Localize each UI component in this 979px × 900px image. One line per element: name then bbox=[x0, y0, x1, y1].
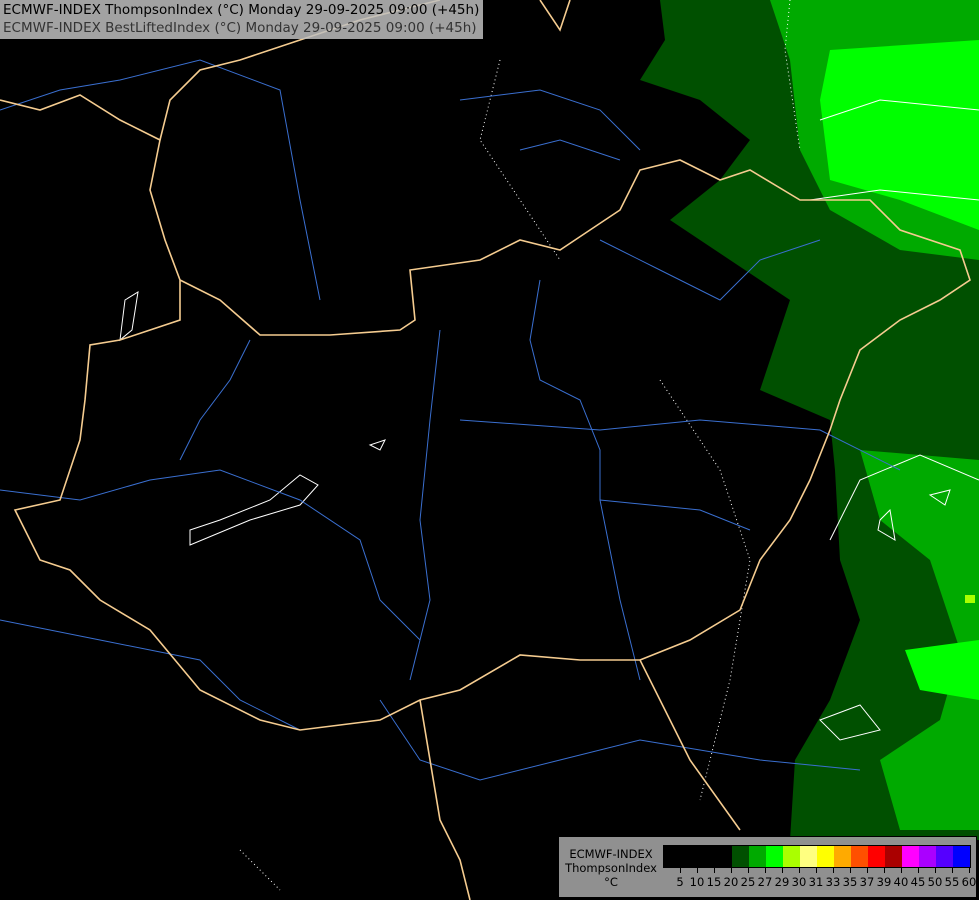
tick-label: 10 bbox=[689, 875, 705, 889]
tick-mark bbox=[935, 867, 936, 873]
tick-mark bbox=[697, 867, 698, 873]
tick-label: 15 bbox=[706, 875, 722, 889]
title-thompson-index: ECMWF-INDEX ThompsonIndex (°C) Monday 29… bbox=[3, 2, 480, 18]
color-bar-swatch bbox=[715, 846, 732, 867]
tick-label: 45 bbox=[910, 875, 926, 889]
tick-mark bbox=[816, 867, 817, 873]
color-bar-swatch bbox=[902, 846, 919, 867]
color-bar-swatch bbox=[868, 846, 885, 867]
tick-mark bbox=[765, 867, 766, 873]
tick-label: 40 bbox=[893, 875, 909, 889]
tick-mark bbox=[969, 867, 970, 873]
color-bar-swatch bbox=[783, 846, 800, 867]
map-title-block: ECMWF-INDEX ThompsonIndex (°C) Monday 29… bbox=[0, 0, 484, 39]
legend-parameter: ThompsonIndex bbox=[565, 861, 657, 875]
tick-label: 35 bbox=[842, 875, 858, 889]
color-bar-swatch bbox=[953, 846, 970, 867]
weather-map: ECMWF-INDEX ThompsonIndex (°C) Monday 29… bbox=[0, 0, 979, 900]
tick-label: 55 bbox=[944, 875, 960, 889]
color-bar-swatch bbox=[698, 846, 715, 867]
color-bar-swatch bbox=[800, 846, 817, 867]
tick-label: 29 bbox=[774, 875, 790, 889]
tick-mark bbox=[833, 867, 834, 873]
tick-mark bbox=[918, 867, 919, 873]
map-canvas[interactable] bbox=[0, 0, 979, 900]
tick-mark bbox=[850, 867, 851, 873]
tick-mark bbox=[901, 867, 902, 873]
tick-mark bbox=[680, 867, 681, 873]
tick-label: 20 bbox=[723, 875, 739, 889]
tick-label: 25 bbox=[740, 875, 756, 889]
tick-mark bbox=[952, 867, 953, 873]
color-bar-swatch bbox=[664, 846, 681, 867]
tick-label: 33 bbox=[825, 875, 841, 889]
tick-label: 30 bbox=[791, 875, 807, 889]
color-bar-swatch bbox=[885, 846, 902, 867]
index-shading bbox=[640, 0, 979, 840]
tick-label: 5 bbox=[676, 875, 684, 889]
tick-mark bbox=[782, 867, 783, 873]
tick-mark bbox=[714, 867, 715, 873]
color-bar-swatch bbox=[919, 846, 936, 867]
tick-mark bbox=[799, 867, 800, 873]
tick-label: 31 bbox=[808, 875, 824, 889]
tick-mark bbox=[731, 867, 732, 873]
tick-label: 37 bbox=[859, 875, 875, 889]
color-bar-swatch bbox=[936, 846, 953, 867]
title-best-lifted-index: ECMWF-INDEX BestLiftedIndex (°C) Monday … bbox=[3, 20, 477, 36]
color-bar-swatch bbox=[766, 846, 783, 867]
color-bar bbox=[663, 845, 971, 868]
tick-mark bbox=[884, 867, 885, 873]
tick-mark bbox=[748, 867, 749, 873]
color-bar-ticks: 5 10 15 20 25 27 29 30 31 33 35 37 39 40 45 50 55 60 bbox=[663, 867, 976, 897]
tick-label: 60 bbox=[961, 875, 977, 889]
color-bar-swatch bbox=[749, 846, 766, 867]
tick-label: 27 bbox=[757, 875, 773, 889]
legend-title: ECMWF-INDEX ThompsonIndex °C bbox=[563, 847, 659, 889]
color-bar-swatch bbox=[834, 846, 851, 867]
legend-model: ECMWF-INDEX bbox=[569, 847, 653, 861]
color-bar-swatch bbox=[681, 846, 698, 867]
color-bar-swatch bbox=[732, 846, 749, 867]
tick-label: 50 bbox=[927, 875, 943, 889]
color-legend: ECMWF-INDEX ThompsonIndex °C 5 10 15 20 25 27… bbox=[558, 836, 977, 898]
color-bar-swatch bbox=[817, 846, 834, 867]
tick-mark bbox=[867, 867, 868, 873]
tick-label: 39 bbox=[876, 875, 892, 889]
color-bar-swatch bbox=[851, 846, 868, 867]
legend-unit: °C bbox=[604, 875, 618, 889]
